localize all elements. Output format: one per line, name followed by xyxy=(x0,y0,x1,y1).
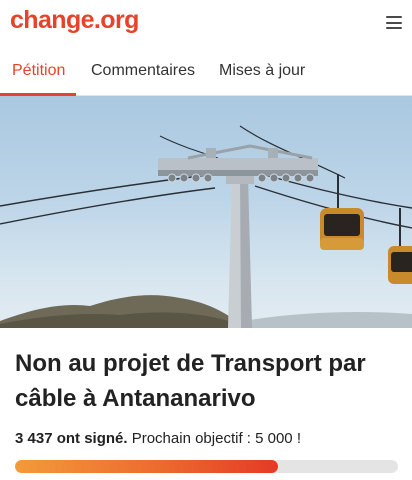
change-org-logo[interactable]: change.org xyxy=(10,6,139,35)
signature-summary: 3 437 ont signé. Prochain objectif : 5 0… xyxy=(15,430,301,447)
petition-page: change.org Pétition Commentaires Mises à… xyxy=(0,0,412,480)
petition-tabs: Pétition Commentaires Mises à jour xyxy=(0,44,412,96)
petition-hero-image xyxy=(0,96,412,328)
petition-title: Non au projet de Transport par câble à A… xyxy=(15,350,366,412)
signature-count: 3 437 ont signé. xyxy=(15,430,128,447)
top-header: change.org xyxy=(0,0,412,44)
tab-mises-a-jour[interactable]: Mises à jour xyxy=(219,62,305,80)
tab-petition[interactable]: Pétition xyxy=(12,62,65,80)
tab-commentaires[interactable]: Commentaires xyxy=(91,62,195,80)
next-goal-text: Prochain objectif : 5 000 ! xyxy=(131,430,301,447)
hamburger-menu-icon[interactable] xyxy=(386,16,402,29)
signature-progress-fill xyxy=(15,460,279,473)
signature-progress-bar xyxy=(15,460,398,473)
